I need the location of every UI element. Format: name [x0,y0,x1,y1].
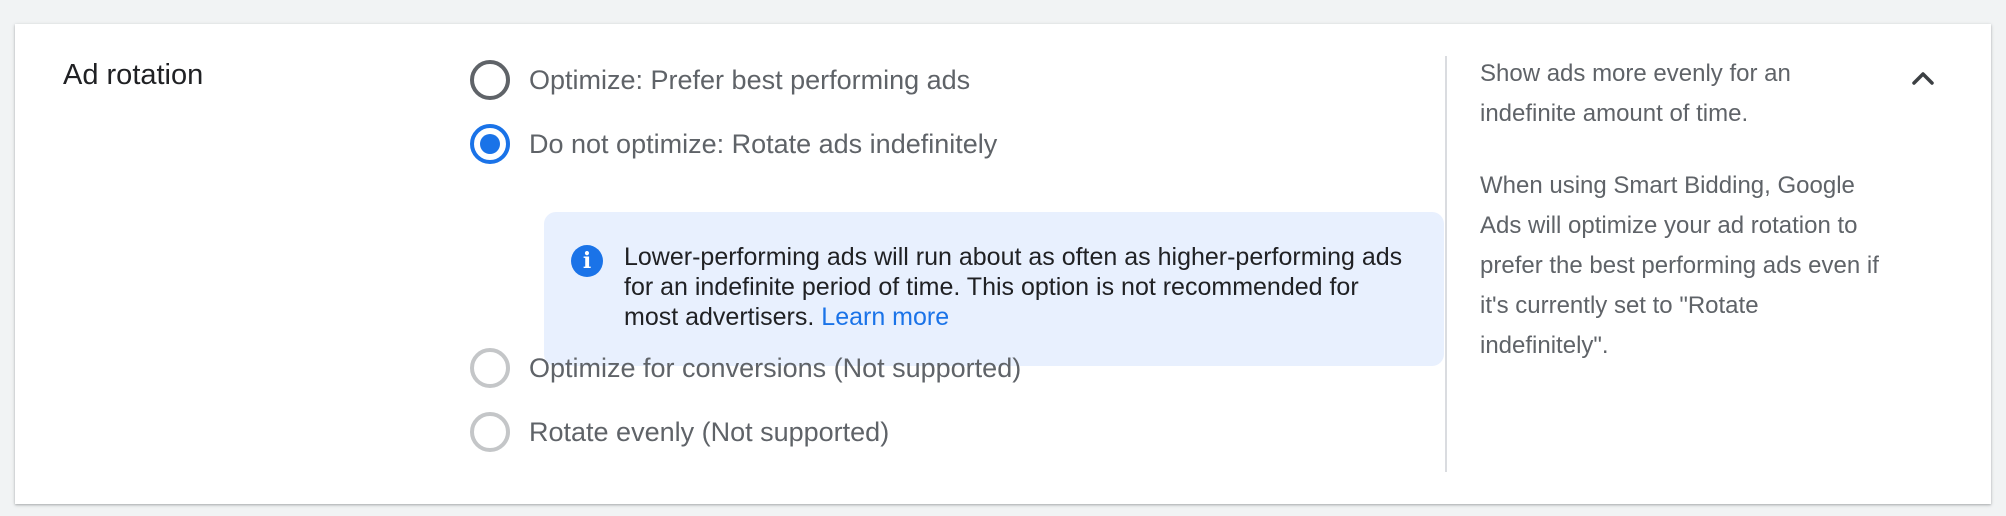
info-icon: i [571,245,603,277]
collapse-button[interactable] [1903,58,1943,98]
option-optimize-best[interactable]: Optimize: Prefer best performing ads [470,60,970,100]
option-label: Optimize for conversions (Not supported) [529,352,1022,383]
chevron-up-icon [1912,72,1934,85]
radio-do-not-optimize[interactable] [470,124,510,164]
option-label: Optimize: Prefer best performing ads [529,64,971,95]
option-label: Rotate evenly (Not supported) [529,416,890,447]
help-paragraph: Show ads more evenly for an indefinite a… [1480,60,1791,127]
option-label: Do not optimize: Rotate ads indefinitely [529,128,998,159]
info-notice: i Lower-performing ads will run about as… [544,212,1444,366]
info-message: Lower-performing ads will run about as o… [624,243,1403,331]
learn-more-link[interactable]: Learn more [821,303,949,331]
help-panel: Show ads more evenly for an indefinite a… [1480,54,1880,398]
section-title: Ad rotation [63,59,204,91]
option-rotate-evenly: Rotate evenly (Not supported) [470,412,889,452]
radio-optimize-conversions [470,348,510,388]
vertical-divider [1445,56,1447,472]
info-text: Lower-performing ads will run about as o… [624,242,1414,332]
ad-rotation-card: Ad rotation Optimize: Prefer best perfor… [15,24,1991,504]
help-paragraph: When using Smart Bidding, Google Ads wil… [1480,172,1879,359]
radio-optimize-best[interactable] [470,60,510,100]
option-do-not-optimize[interactable]: Do not optimize: Rotate ads indefinitely [470,124,997,164]
option-optimize-conversions: Optimize for conversions (Not supported) [470,348,1021,388]
radio-rotate-evenly [470,412,510,452]
